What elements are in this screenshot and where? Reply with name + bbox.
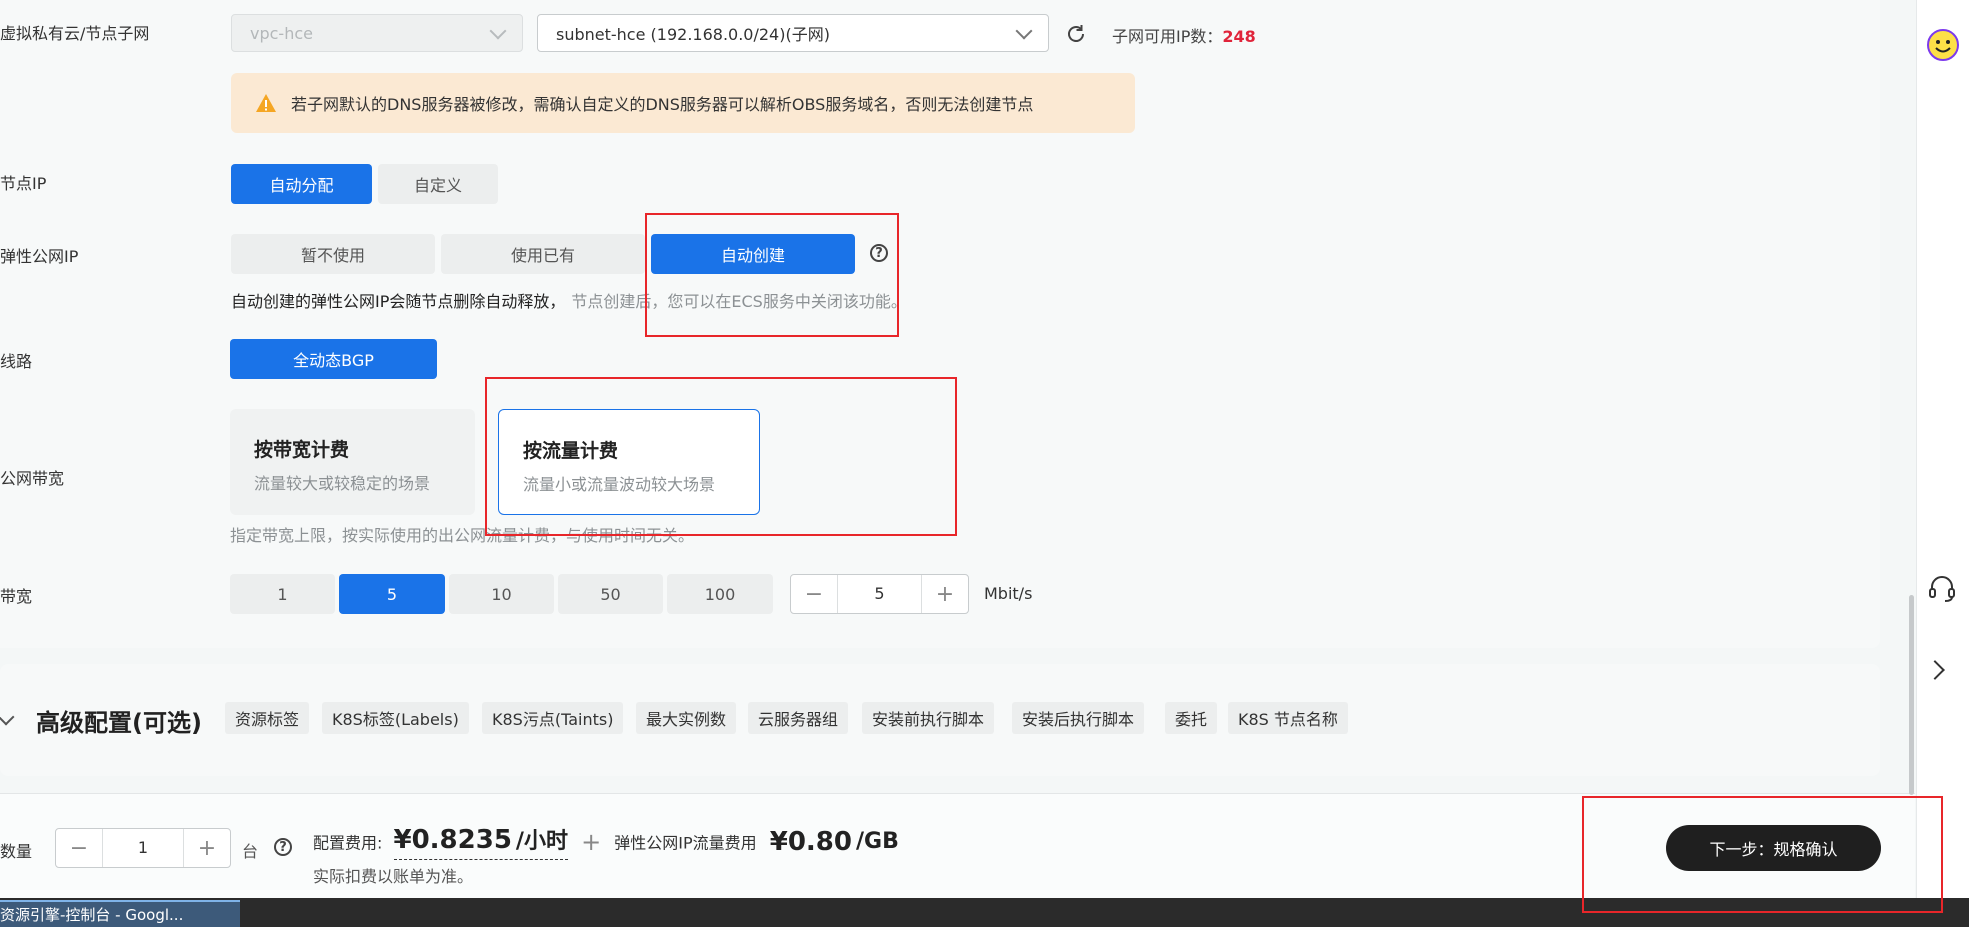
node-ip-option-auto[interactable]: 自动分配 [231,164,372,204]
eip-note: 自动创建的弹性公网IP会随节点删除自动释放， 节点创建后，您可以在ECS服务中关闭… [231,288,907,312]
available-ip-label: 子网可用IP数： [1112,27,1223,46]
billing-note: 指定带宽上限，按实际使用的出公网流量计费，与使用时间无关。 [230,526,695,545]
node-ip-label: 节点IP [0,174,47,193]
bandwidth-option-50[interactable]: 50 [558,574,663,614]
plus-icon[interactable]: + [184,836,230,861]
plus-sign: + [581,827,602,856]
quantity-stepper[interactable]: − 1 + [55,828,231,868]
eip-fee-unit: /GB [855,829,899,854]
eip-label: 弹性公网IP [0,247,79,266]
bandwidth-value[interactable]: 5 [837,575,922,613]
quantity-label: 数量 [0,842,33,861]
config-fee[interactable]: ¥0.8235/小时 [393,823,568,860]
billing-disclaimer: 实际扣费以账单为准。 [313,867,474,886]
advanced-tag-post-install-script[interactable]: 安装后执行脚本 [1012,702,1145,734]
eip-fee-label: 弹性公网IP流量费用 [614,833,757,853]
scrollbar-thumb[interactable] [1909,595,1914,795]
advanced-config-title[interactable]: 高级配置(可选) [36,703,202,738]
advanced-tag-resource-tags[interactable]: 资源标签 [225,702,310,734]
vpc-select-value: vpc-hce [250,23,313,43]
fee-summary: 配置费用: ¥0.8235/小时 + 弹性公网IP流量费用 ¥0.80/GB [313,823,899,860]
bandwidth-option-5[interactable]: 5 [339,574,445,614]
advanced-tag-max-instances[interactable]: 最大实例数 [636,702,737,734]
node-ip-option-custom[interactable]: 自定义 [378,164,498,204]
advanced-tag-k8s-taints[interactable]: K8S污点(Taints) [482,702,624,734]
eip-fee-value: ¥0.80 [769,826,852,857]
bandwidth-option-1[interactable]: 1 [230,574,335,614]
help-icon[interactable]: ? [870,244,888,262]
bandwidth-unit: Mbit/s [984,584,1033,603]
vpc-label: 虚拟私有云/节点子网 [0,24,150,43]
eip-option-none[interactable]: 暂不使用 [231,234,435,274]
billing-card-title: 按带宽计费 [254,439,350,461]
minus-icon[interactable]: − [791,582,837,607]
advanced-tag-server-group[interactable]: 云服务器组 [748,702,849,734]
quantity-value[interactable]: 1 [102,829,184,867]
advanced-tag-pre-install-script[interactable]: 安装前执行脚本 [862,702,995,734]
warning-icon [255,93,277,113]
bandwidth-label: 带宽 [0,587,33,606]
advanced-tag-k8s-node-name[interactable]: K8S 节点名称 [1228,702,1348,734]
line-option-bgp[interactable]: 全动态BGP [230,339,437,379]
billing-label: 公网带宽 [0,469,65,488]
advanced-tag-agency[interactable]: 委托 [1165,702,1218,734]
config-fee-label: 配置费用: [313,833,383,853]
billing-card-title: 按流量计费 [523,440,619,462]
headset-icon[interactable] [1926,572,1958,608]
subnet-select[interactable]: subnet-hce (192.168.0.0/24)(子网) [537,14,1049,52]
quantity-unit: 台 [242,842,259,861]
minus-icon[interactable]: − [56,836,102,861]
dns-warning-text: 若子网默认的DNS服务器被修改，需确认自定义的DNS服务器可以解析OBS服务域名… [291,95,1034,114]
config-fee-value: ¥0.8235 [393,825,512,855]
billing-card-traffic[interactable]: 按流量计费 流量小或流量波动较大场景 [498,409,760,515]
plus-icon[interactable]: + [922,582,968,607]
taskbar-item[interactable]: 资源引擎-控制台 - Googl... [0,900,240,927]
config-fee-unit: /小时 [515,829,568,854]
eip-note-rest: 节点创建后，您可以在ECS服务中关闭该功能。 [571,292,907,311]
subnet-select-value: subnet-hce (192.168.0.0/24)(子网) [556,25,830,44]
chevron-down-icon [489,22,507,40]
eip-option-existing[interactable]: 使用已有 [441,234,645,274]
available-ip: 子网可用IP数：248 [1112,23,1256,47]
billing-card-desc: 流量小或流量波动较大场景 [523,475,716,494]
bandwidth-option-10[interactable]: 10 [449,574,554,614]
billing-card-desc: 流量较大或较稳定的场景 [254,474,431,493]
bandwidth-stepper[interactable]: − 5 + [790,574,969,614]
smile-icon[interactable] [1926,28,1960,66]
help-icon[interactable]: ? [274,838,292,856]
dns-warning-banner: 若子网默认的DNS服务器被修改，需确认自定义的DNS服务器可以解析OBS服务域名… [231,73,1135,133]
chevron-down-icon [1015,22,1033,40]
refresh-icon[interactable] [1064,22,1088,46]
bandwidth-option-100[interactable]: 100 [667,574,773,614]
eip-note-bold: 自动创建的弹性公网IP会随节点删除自动释放， [231,292,566,311]
eip-option-auto-create[interactable]: 自动创建 [651,234,855,274]
line-label: 线路 [0,352,33,371]
taskbar [0,898,1969,927]
right-sidebar [1916,0,1969,898]
available-ip-count: 248 [1222,27,1256,46]
billing-card-bandwidth[interactable]: 按带宽计费 流量较大或较稳定的场景 [230,409,475,515]
next-step-button[interactable]: 下一步：规格确认 [1666,825,1881,871]
vpc-select: vpc-hce [231,14,523,52]
advanced-tag-k8s-labels[interactable]: K8S标签(Labels) [322,702,469,734]
